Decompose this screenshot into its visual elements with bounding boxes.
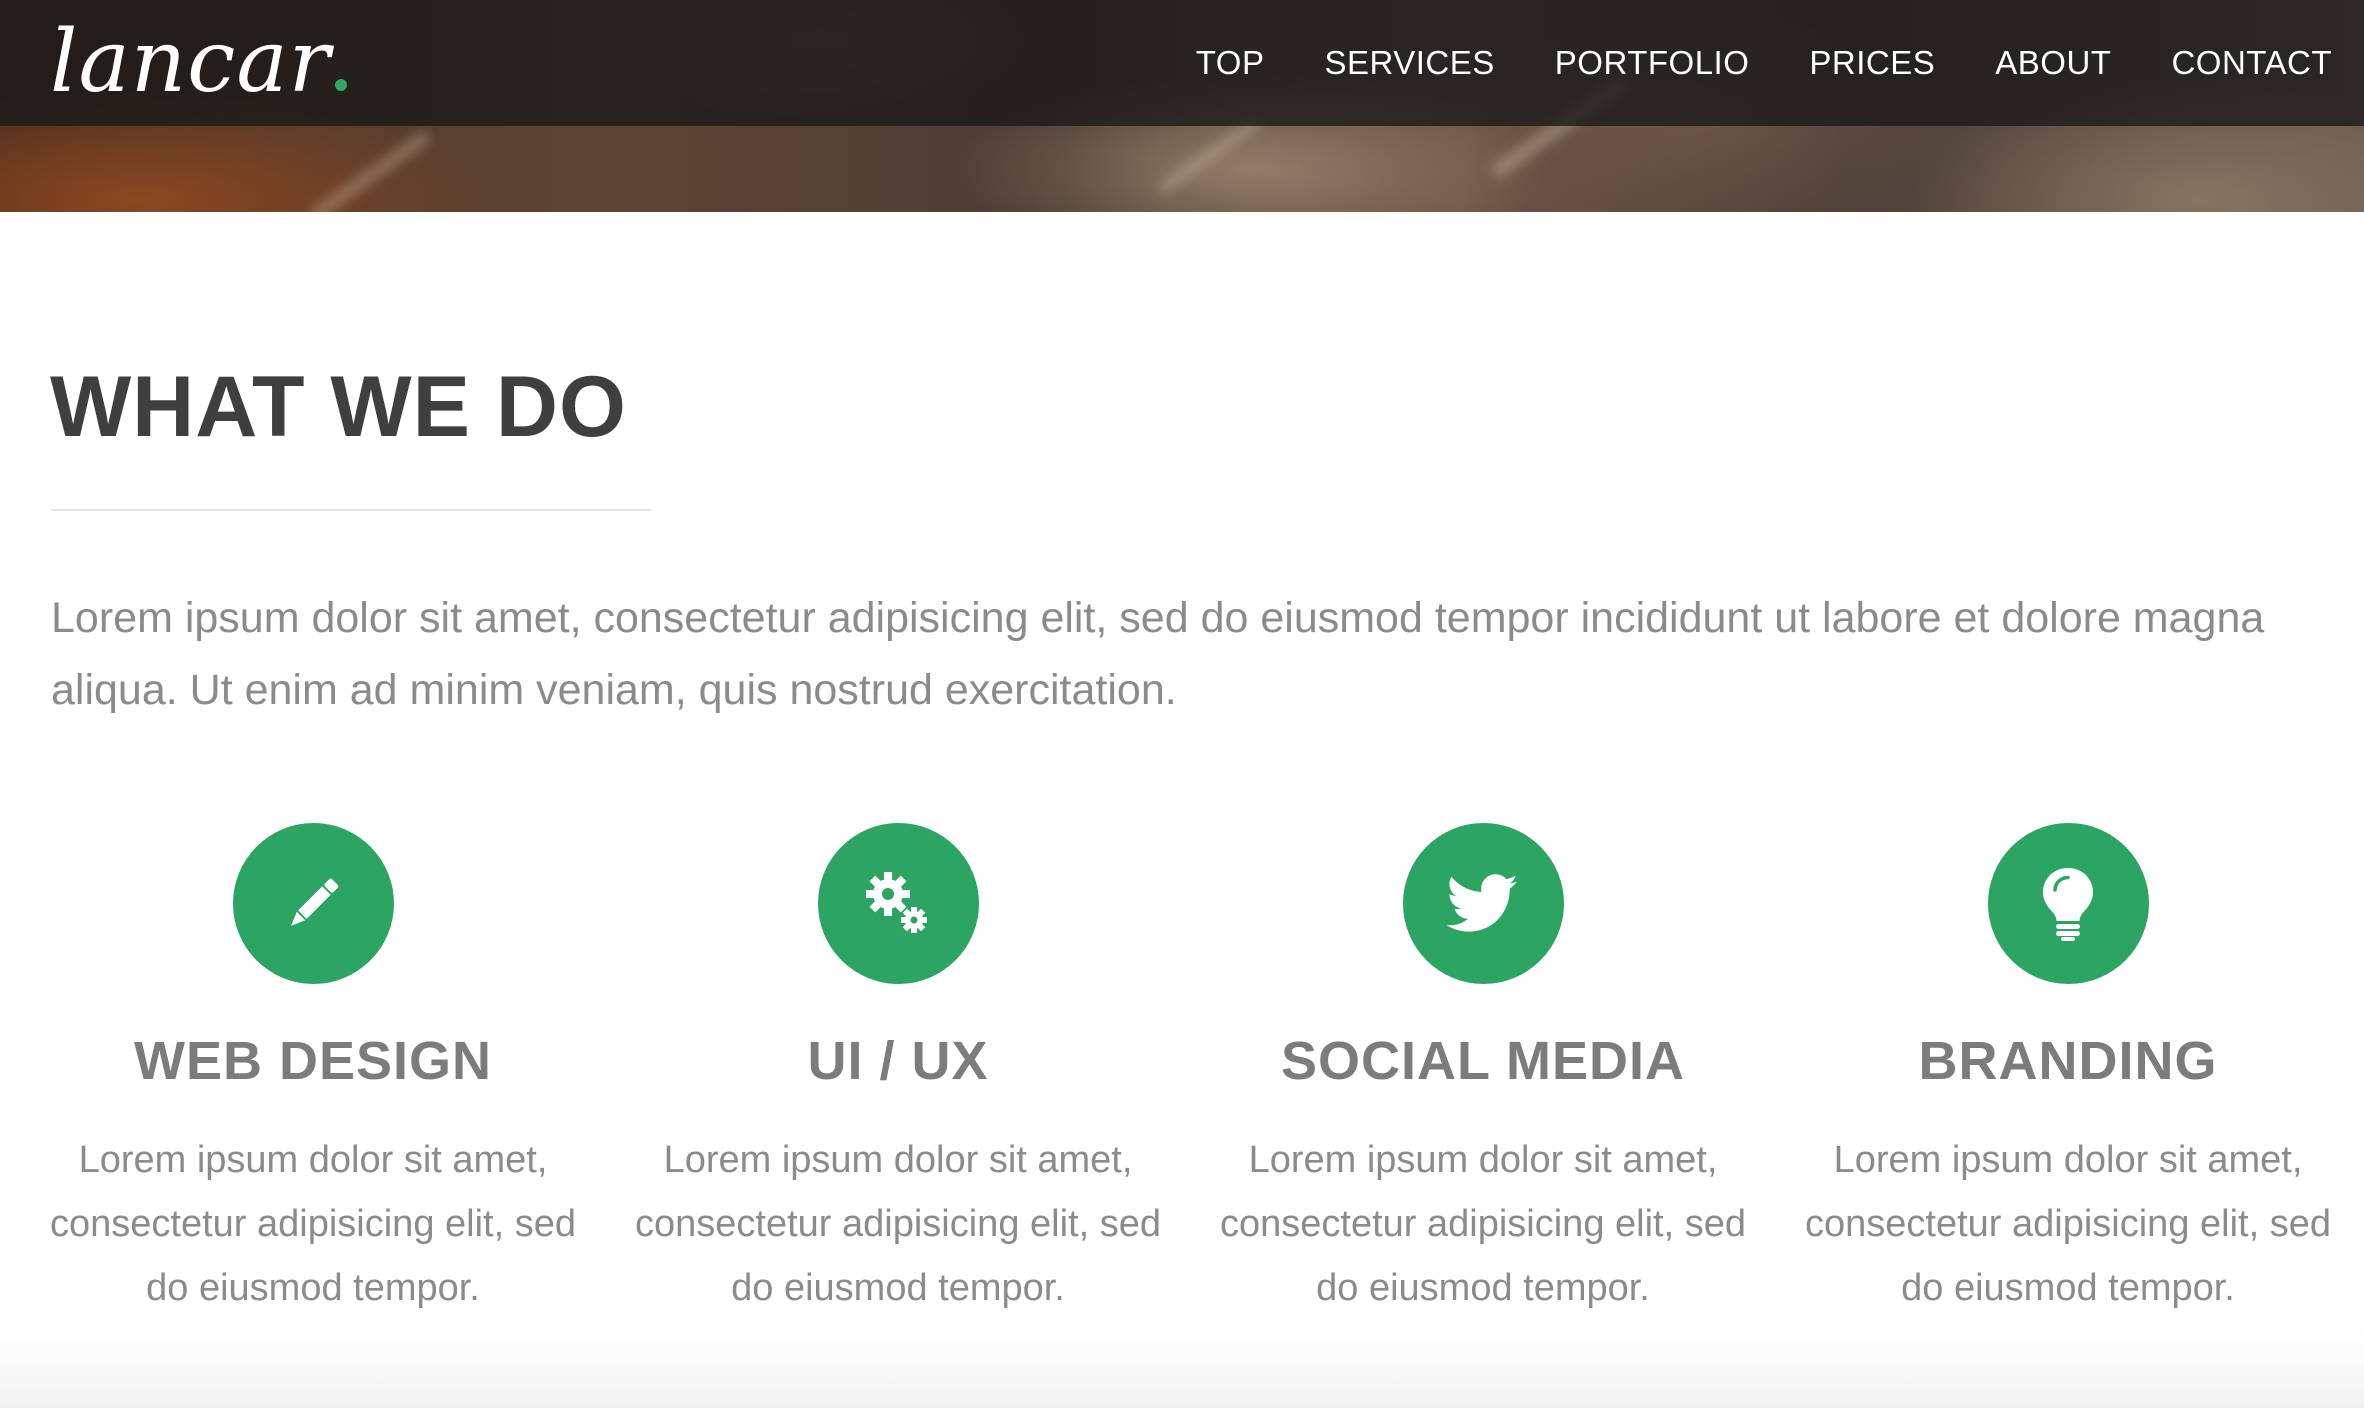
service-title: WEB DESIGN [133,1031,493,1091]
hero-texture [309,130,431,212]
service-card: BRANDING Lorem ipsum dolor sit amet, con… [1788,823,2348,1320]
main-nav: TOP SERVICES PORTFOLIO PRICES ABOUT CONT… [1166,0,2332,126]
lightbulb-icon [1987,823,2149,984]
nav-item-about[interactable]: ABOUT [1965,44,2141,82]
pencil-icon [232,823,394,984]
nav-item-top[interactable]: TOP [1166,44,1295,82]
service-description: Lorem ipsum dolor sit amet, consectetur … [635,1139,1161,1309]
section-intro: Lorem ipsum dolor sit amet, consectetur … [51,594,2265,714]
logo-text: lancar [50,12,331,112]
services-grid: WEB DESIGN Lorem ipsum dolor sit amet, c… [0,823,2364,1343]
navbar: lancar TOP SERVICES PORTFOLIO PRICES ABO… [0,0,2364,126]
logo[interactable]: lancar [50,12,347,112]
nav-item-services[interactable]: SERVICES [1295,44,1525,82]
service-title: BRANDING [1918,1031,2218,1091]
nav-item-contact[interactable]: CONTACT [2141,44,2332,82]
hero-banner: lancar TOP SERVICES PORTFOLIO PRICES ABO… [0,0,2364,212]
service-card: UI / UX Lorem ipsum dolor sit amet, cons… [618,823,1178,1320]
nav-item-portfolio[interactable]: PORTFOLIO [1525,44,1780,82]
hero-texture [1157,116,1263,194]
logo-dot-icon [334,79,347,91]
gears-icon [817,823,979,984]
service-title: SOCIAL MEDIA [1280,1031,1686,1091]
service-card: WEB DESIGN Lorem ipsum dolor sit amet, c… [33,823,593,1320]
title-divider [51,509,651,511]
service-card: SOCIAL MEDIA Lorem ipsum dolor sit amet,… [1203,823,1763,1320]
section-bottom-fade [0,1328,2364,1408]
section-title: WHAT WE DO [50,359,627,455]
service-title: UI / UX [807,1031,989,1091]
service-description: Lorem ipsum dolor sit amet, consectetur … [50,1139,576,1309]
service-description: Lorem ipsum dolor sit amet, consectetur … [1220,1139,1746,1309]
nav-item-prices[interactable]: PRICES [1779,44,1965,82]
twitter-bird-icon [1402,823,1564,984]
service-description: Lorem ipsum dolor sit amet, consectetur … [1805,1139,2331,1309]
